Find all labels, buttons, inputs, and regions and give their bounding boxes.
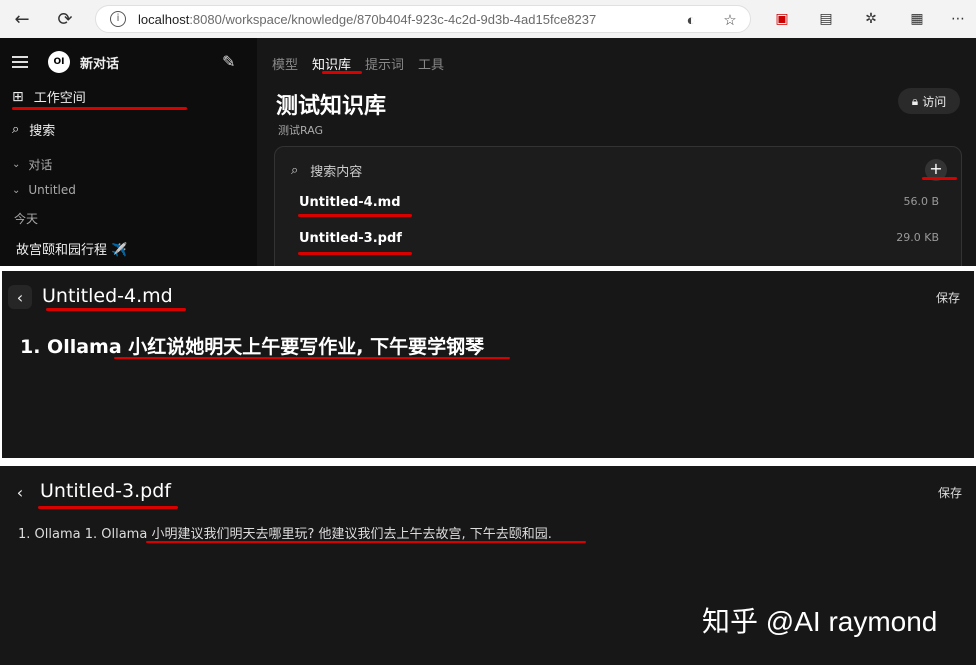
search-icon: ⌕ xyxy=(291,163,299,178)
browser-toolbar: ← ⟳ i localhost:8080/workspace/knowledge… xyxy=(0,0,976,38)
file-row[interactable]: Untitled-3.pdf 29.0 KB xyxy=(299,231,939,246)
translate-icon[interactable]: ◐ xyxy=(682,11,700,29)
menu-icon[interactable] xyxy=(12,56,28,68)
sidebar-chat-item[interactable]: 故宫颐和园行程 ✈️ xyxy=(16,239,127,258)
save-button[interactable]: 保存 xyxy=(936,289,960,306)
sidebar-item-label: 搜索 xyxy=(29,124,56,139)
file-list-card: ⌕ 搜索内容 + Untitled-4.md 56.0 B Untitled-3… xyxy=(274,146,962,266)
document-title: Untitled-4.md xyxy=(42,285,173,307)
file-size: 56.0 B xyxy=(903,195,939,208)
back-button[interactable]: ‹ xyxy=(8,480,32,504)
annotation-underline xyxy=(146,541,586,543)
back-button[interactable]: ‹ xyxy=(8,285,32,309)
document-content[interactable]: 1. Ollama 1. Ollama 小明建议我们明天去哪里玩? 他建议我们去… xyxy=(18,523,552,542)
url-path: :8080/workspace/knowledge/870b404f-923c-… xyxy=(189,11,597,27)
annotation-underline xyxy=(298,252,412,255)
annotation-underline xyxy=(12,107,187,110)
sidebar: OI 新对话 ✎ ⊞ 工作空间 ⌕ 搜索 ⌄ 对话 ⌄ Untitled 今天 … xyxy=(0,38,257,266)
save-button[interactable]: 保存 xyxy=(938,484,962,501)
info-icon[interactable]: i xyxy=(110,11,126,27)
search-input[interactable]: 搜索内容 xyxy=(310,161,362,180)
watermark: 知乎 @AI raymond xyxy=(702,606,938,637)
search-icon: ⌕ xyxy=(12,122,20,137)
pdf-editor: ‹ Untitled-3.pdf 保存 1. Ollama 1. Ollama … xyxy=(0,466,976,665)
file-search[interactable]: ⌕ 搜索内容 xyxy=(291,161,362,180)
chevron-down-icon: ⌄ xyxy=(12,159,21,170)
tab-prompts[interactable]: 提示词 xyxy=(365,54,404,73)
tab-models[interactable]: 模型 xyxy=(272,54,298,73)
extensions-icon[interactable]: ✲ xyxy=(861,9,881,29)
grid-icon: ⊞ xyxy=(12,88,24,105)
sidebar-item-workspace[interactable]: ⊞ 工作空间 xyxy=(12,87,86,107)
sidebar-item-search[interactable]: ⌕ 搜索 xyxy=(12,120,55,139)
collections-icon[interactable]: ▦ xyxy=(907,9,927,29)
sidebar-date-label: 今天 xyxy=(14,212,39,226)
visit-button[interactable]: 🔒︎ 访问 xyxy=(898,88,960,114)
address-bar[interactable]: i localhost:8080/workspace/knowledge/870… xyxy=(95,5,751,33)
compose-icon[interactable]: ✎ xyxy=(222,52,242,72)
annotation-underline xyxy=(114,357,510,359)
url-host: localhost xyxy=(138,11,190,27)
favorite-star-icon[interactable]: ☆ xyxy=(721,11,739,29)
page-subtitle: 测试RAG xyxy=(278,124,324,137)
sidebar-header: OI 新对话 xyxy=(12,51,119,73)
visit-button-label: 访问 xyxy=(922,94,947,109)
sidebar-section-untitled[interactable]: ⌄ Untitled xyxy=(12,183,76,197)
file-name: Untitled-4.md xyxy=(299,195,401,210)
app-logo: OI xyxy=(48,51,70,73)
main-content: 模型 知识库 提示词 工具 测试知识库 测试RAG 🔒︎ 访问 ⌕ 搜索内容 +… xyxy=(258,38,976,266)
annotation-underline xyxy=(298,214,412,217)
annotation-underline xyxy=(322,71,362,74)
document-content[interactable]: 1. Ollama 小红说她明天上午要写作业, 下午要学钢琴 xyxy=(20,332,484,359)
lock-icon: 🔒︎ xyxy=(911,93,919,108)
section-label: Untitled xyxy=(28,183,76,197)
tab-tools[interactable]: 工具 xyxy=(418,54,444,73)
sidebar-item-label: 工作空间 xyxy=(33,91,86,106)
reload-icon[interactable]: ⟳ xyxy=(53,7,77,31)
chevron-down-icon: ⌄ xyxy=(12,184,21,196)
new-chat-button[interactable]: 新对话 xyxy=(80,53,119,72)
document-title: Untitled-3.pdf xyxy=(40,480,171,502)
annotation-underline xyxy=(46,308,186,311)
file-name: Untitled-3.pdf xyxy=(299,231,402,246)
annotation-underline xyxy=(922,177,957,180)
markdown-editor: ‹ Untitled-4.md 保存 1. Ollama 小红说她明天上午要写作… xyxy=(0,271,976,458)
page-title: 测试知识库 xyxy=(276,94,387,119)
pdf-extension-icon[interactable]: ▣ xyxy=(772,9,792,29)
file-row[interactable]: Untitled-4.md 56.0 B xyxy=(299,195,939,210)
reading-icon[interactable]: ▤ xyxy=(816,9,836,29)
back-arrow-icon[interactable]: ← xyxy=(10,7,34,31)
sidebar-section-chats[interactable]: ⌄ 对话 xyxy=(12,156,52,173)
file-size: 29.0 KB xyxy=(896,231,939,244)
knowledge-screen: OI 新对话 ✎ ⊞ 工作空间 ⌕ 搜索 ⌄ 对话 ⌄ Untitled 今天 … xyxy=(0,38,976,266)
more-menu-icon[interactable]: ⋯ xyxy=(948,9,968,29)
annotation-underline xyxy=(38,506,178,509)
section-label: 对话 xyxy=(28,158,53,172)
